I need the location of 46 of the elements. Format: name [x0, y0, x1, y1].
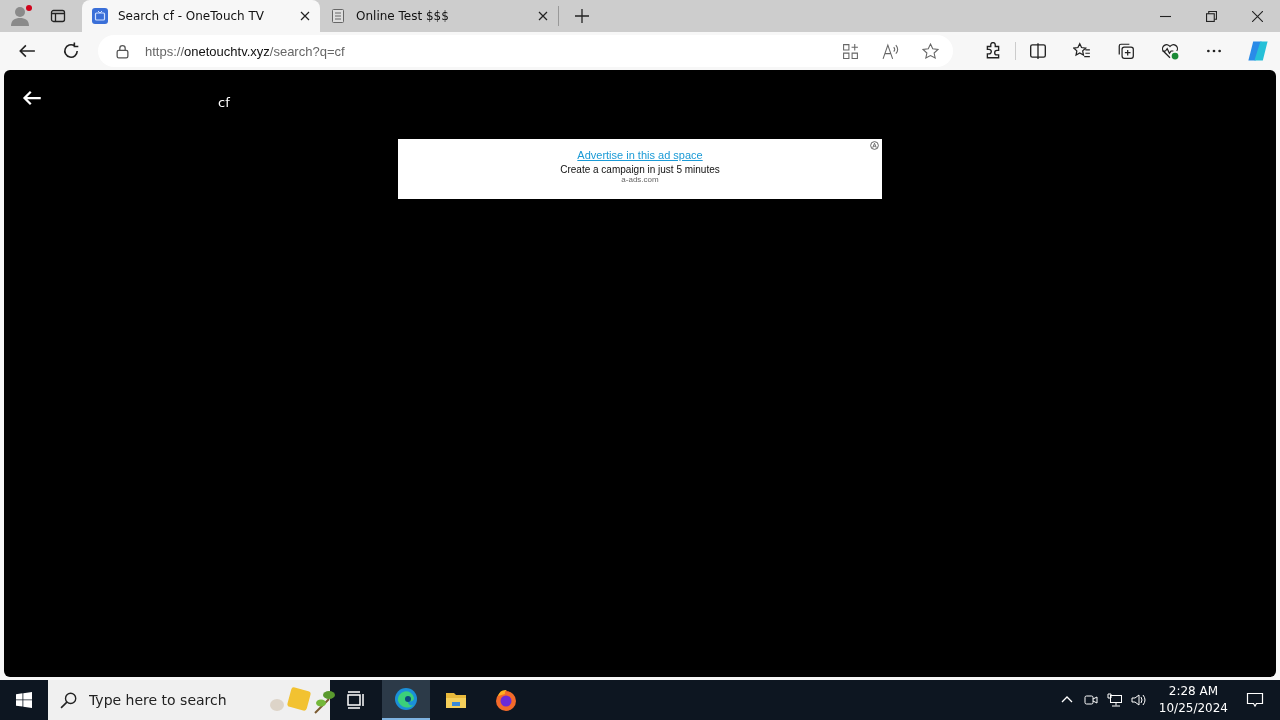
clock-date: 10/25/2024	[1158, 700, 1228, 717]
camera-icon[interactable]	[1082, 692, 1099, 708]
tab-actions-icon[interactable]	[50, 8, 66, 24]
ad-info-icon[interactable]	[870, 141, 879, 150]
close-icon[interactable]	[300, 11, 310, 21]
new-tab-icon[interactable]	[575, 9, 589, 23]
task-view-icon	[346, 690, 366, 710]
collections-icon[interactable]	[1117, 42, 1135, 60]
read-aloud-icon[interactable]	[882, 42, 899, 60]
profile-icon[interactable]	[10, 4, 34, 28]
back-arrow-icon[interactable]	[18, 42, 36, 60]
star-icon[interactable]	[922, 42, 939, 60]
search-icon	[60, 691, 77, 709]
close-icon[interactable]	[1252, 10, 1263, 22]
search-query: cf	[218, 94, 230, 110]
lock-icon	[116, 43, 129, 59]
favorites-icon[interactable]	[1073, 42, 1091, 60]
network-icon[interactable]	[1106, 692, 1123, 708]
search-field[interactable]: Type here to search	[87, 691, 261, 709]
url-text: https://onetouchtv.xyz/search?q=cf	[145, 43, 345, 59]
health-icon[interactable]	[1161, 42, 1179, 60]
refresh-icon[interactable]	[62, 42, 80, 60]
copilot-icon[interactable]	[1246, 39, 1270, 63]
tab-title: Search cf - OneTouch TV	[118, 9, 266, 23]
address-bar[interactable]: https://onetouchtv.xyz/search?q=cf	[98, 35, 953, 67]
apps-icon[interactable]	[842, 42, 859, 60]
restore-icon[interactable]	[1206, 10, 1217, 22]
puzzle-icon[interactable]	[984, 42, 1002, 60]
notification-icon[interactable]	[1246, 691, 1264, 709]
ad-source: a-ads.com	[621, 175, 659, 184]
close-icon[interactable]	[538, 11, 548, 21]
edge-icon	[394, 687, 418, 711]
split-screen-icon[interactable]	[1029, 42, 1047, 60]
back-arrow-icon[interactable]	[22, 88, 42, 108]
taskbar-app[interactable]	[382, 680, 430, 720]
speaker-icon[interactable]	[1130, 692, 1147, 708]
browser-tab[interactable]: Online Test $$$	[320, 0, 558, 32]
windows-start-icon[interactable]	[16, 692, 32, 708]
clock-time: 2:28 AM	[1168, 683, 1219, 700]
browser-tab[interactable]: Search cf - OneTouch TV	[82, 0, 320, 32]
tab-title: Online Test $$$	[356, 9, 450, 23]
firefox-icon	[494, 688, 518, 712]
ad-text: Create a campaign in just 5 minutes	[560, 164, 720, 175]
tv-icon	[92, 8, 108, 24]
search-highlight-drawing	[267, 685, 337, 715]
document-icon	[330, 8, 346, 24]
